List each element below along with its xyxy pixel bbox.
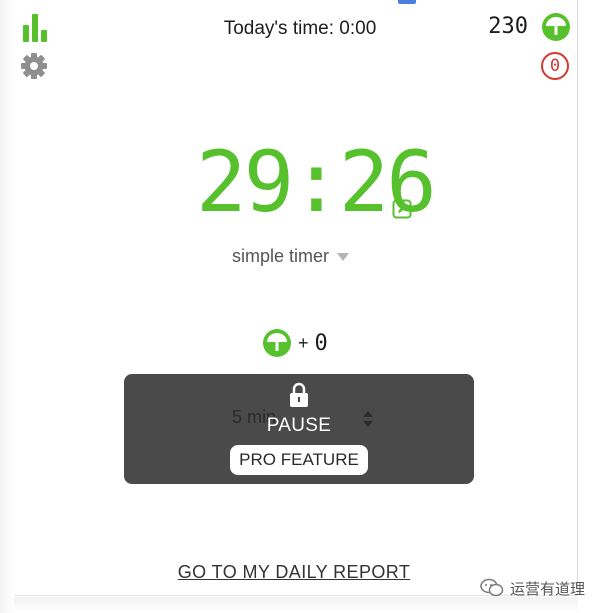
coin-count: 230 [488,14,528,39]
timer-mode-select[interactable]: simple timer [232,244,350,268]
tree-coin-icon [542,13,570,41]
pro-feature-overlay: 5 min PAUSE PRO FEATURE [124,374,474,484]
pause-label: PAUSE [266,415,332,436]
chevron-down-icon [337,253,350,261]
lock-icon [290,382,308,407]
reward-plus: + [298,332,309,353]
timer-mode-label: simple timer [232,245,330,266]
watermark: 运营有道理 [480,576,585,600]
extension-indicator [398,0,416,4]
reward-value: 0 [314,330,328,356]
timer-popup: Today's time: 0:00 230 0 29:26 simple ti… [0,0,600,613]
pro-feature-button[interactable]: PRO FEATURE [230,445,368,475]
timer-display: 29:26 [196,133,437,231]
penalty-badge: 0 [541,52,569,80]
popup-frame [14,0,578,596]
watermark-text: 运营有道理 [510,580,586,598]
edit-icon[interactable] [392,199,412,219]
reward-row: + 0 [262,328,328,358]
wechat-icon [480,578,504,597]
tree-coin-icon [263,329,291,357]
browser-edge [0,0,14,613]
gear-icon[interactable] [20,52,48,80]
